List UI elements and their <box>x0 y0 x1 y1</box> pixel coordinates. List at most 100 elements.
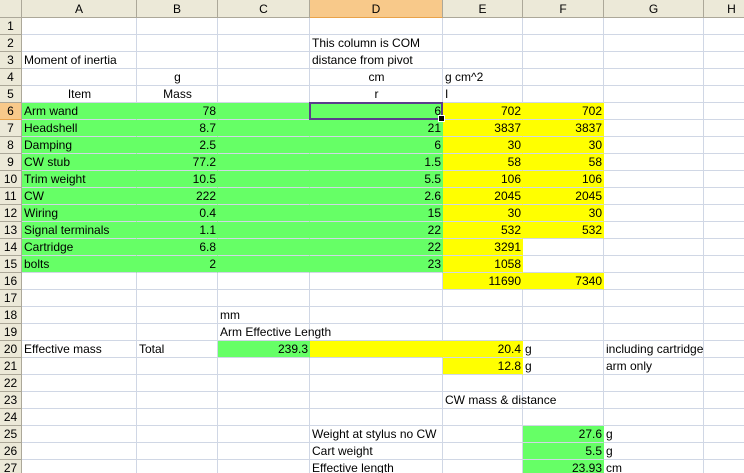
cell-d1[interactable] <box>310 18 443 35</box>
cell-a2[interactable] <box>22 35 137 52</box>
cell-e22[interactable] <box>443 375 523 392</box>
cell-c1[interactable] <box>218 18 310 35</box>
cell-h24[interactable] <box>704 409 744 426</box>
cell-c9[interactable] <box>218 154 310 171</box>
row-header-7[interactable]: 7 <box>0 120 22 137</box>
cell-b27[interactable] <box>137 460 218 473</box>
column-header-h[interactable]: H <box>704 0 744 18</box>
cell-g9[interactable] <box>604 154 704 171</box>
cell-a22[interactable] <box>22 375 137 392</box>
cell-e25[interactable] <box>443 426 523 443</box>
cell-g24[interactable] <box>604 409 704 426</box>
cell-h14[interactable] <box>704 239 744 256</box>
cell-g22[interactable] <box>604 375 704 392</box>
cell-f4[interactable] <box>523 69 604 86</box>
cell-h13[interactable] <box>704 222 744 239</box>
cell-g23[interactable] <box>604 392 704 409</box>
row-header-22[interactable]: 22 <box>0 375 22 392</box>
cell-h25[interactable] <box>704 426 744 443</box>
cell-h8[interactable] <box>704 137 744 154</box>
cell-b3[interactable] <box>137 52 218 69</box>
cell-g12[interactable] <box>604 205 704 222</box>
cell-b1[interactable] <box>137 18 218 35</box>
cell-b2[interactable] <box>137 35 218 52</box>
cell-f15[interactable] <box>523 256 604 273</box>
fill-handle[interactable] <box>438 115 445 122</box>
cell-h15[interactable] <box>704 256 744 273</box>
row-header-15[interactable]: 15 <box>0 256 22 273</box>
cell-c11[interactable] <box>218 188 310 205</box>
cell-g4[interactable] <box>604 69 704 86</box>
cell-b18[interactable] <box>137 307 218 324</box>
cell-g14[interactable] <box>604 239 704 256</box>
cell-h1[interactable] <box>704 18 744 35</box>
cell-g6[interactable] <box>604 103 704 120</box>
cell-c10[interactable] <box>218 171 310 188</box>
row-header-10[interactable]: 10 <box>0 171 22 188</box>
cell-g5[interactable] <box>604 86 704 103</box>
cell-d16[interactable] <box>310 273 443 290</box>
cell-c2[interactable] <box>218 35 310 52</box>
cell-f17[interactable] <box>523 290 604 307</box>
cell-c24[interactable] <box>218 409 310 426</box>
row-header-5[interactable]: 5 <box>0 86 22 103</box>
cell-c21[interactable] <box>218 358 310 375</box>
cell-h16[interactable] <box>704 273 744 290</box>
row-header-25[interactable]: 25 <box>0 426 22 443</box>
row-header-3[interactable]: 3 <box>0 52 22 69</box>
cell-h3[interactable] <box>704 52 744 69</box>
cell-h12[interactable] <box>704 205 744 222</box>
cell-g13[interactable] <box>604 222 704 239</box>
cell-a23[interactable] <box>22 392 137 409</box>
cell-b21[interactable] <box>137 358 218 375</box>
cell-c8[interactable] <box>218 137 310 154</box>
cell-c17[interactable] <box>218 290 310 307</box>
row-header-16[interactable]: 16 <box>0 273 22 290</box>
cell-h5[interactable] <box>704 86 744 103</box>
cell-e26[interactable] <box>443 443 523 460</box>
cell-f22[interactable] <box>523 375 604 392</box>
column-header-b[interactable]: B <box>137 0 218 18</box>
cell-b17[interactable] <box>137 290 218 307</box>
cell-f24[interactable] <box>523 409 604 426</box>
cell-e3[interactable] <box>443 52 523 69</box>
cell-c13[interactable] <box>218 222 310 239</box>
cell-c25[interactable] <box>218 426 310 443</box>
cell-d21[interactable] <box>310 358 443 375</box>
cell-h11[interactable] <box>704 188 744 205</box>
cell-h23[interactable] <box>704 392 744 409</box>
cell-h18[interactable] <box>704 307 744 324</box>
column-header-e[interactable]: E <box>443 0 523 18</box>
column-header-d[interactable]: D <box>310 0 443 18</box>
cell-e19[interactable] <box>443 324 523 341</box>
row-header-4[interactable]: 4 <box>0 69 22 86</box>
cell-g8[interactable] <box>604 137 704 154</box>
column-header-c[interactable]: C <box>218 0 310 18</box>
cell-h7[interactable] <box>704 120 744 137</box>
cell-f21[interactable] <box>523 358 604 375</box>
row-header-20[interactable]: 20 <box>0 341 22 358</box>
cell-f18[interactable] <box>523 307 604 324</box>
cell-c6[interactable] <box>218 103 310 120</box>
cell-a24[interactable] <box>22 409 137 426</box>
cell-f19[interactable] <box>523 324 604 341</box>
select-all-corner[interactable] <box>0 0 22 18</box>
cell-a17[interactable] <box>22 290 137 307</box>
cell-a27[interactable] <box>22 460 137 473</box>
cell-e27[interactable] <box>443 460 523 473</box>
row-header-1[interactable]: 1 <box>0 18 22 35</box>
cell-b22[interactable] <box>137 375 218 392</box>
row-header-2[interactable]: 2 <box>0 35 22 52</box>
cell-h9[interactable] <box>704 154 744 171</box>
cell-b23[interactable] <box>137 392 218 409</box>
cell-e1[interactable] <box>443 18 523 35</box>
cell-b24[interactable] <box>137 409 218 426</box>
cell-d24[interactable] <box>310 409 443 426</box>
cell-f14[interactable] <box>523 239 604 256</box>
row-header-18[interactable]: 18 <box>0 307 22 324</box>
cell-d23[interactable] <box>310 392 443 409</box>
row-header-17[interactable]: 17 <box>0 290 22 307</box>
cell-b16[interactable] <box>137 273 218 290</box>
cell-g10[interactable] <box>604 171 704 188</box>
row-header-26[interactable]: 26 <box>0 443 22 460</box>
